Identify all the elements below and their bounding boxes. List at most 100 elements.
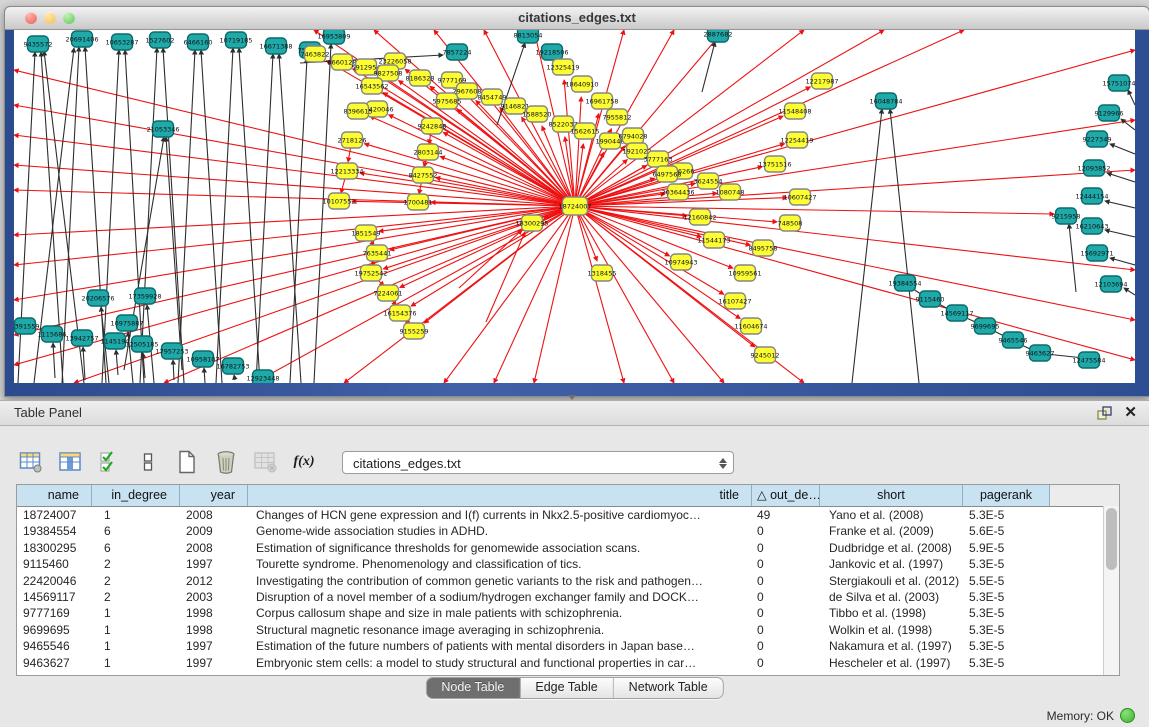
graph-node[interactable]: 13942757 (65, 330, 98, 346)
graph-node[interactable]: 12160842 (683, 209, 716, 225)
graph-node[interactable]: 20691406 (65, 31, 98, 47)
tab-network-table[interactable]: Network Table (614, 678, 723, 698)
table-row[interactable]: 911546021997Tourette syndrome. Phenomeno… (17, 556, 1119, 572)
column-visibility-icon[interactable] (57, 449, 83, 475)
graph-node[interactable]: 3624554 (694, 173, 723, 189)
column-header-in_degree[interactable]: in_degree (92, 485, 180, 506)
column-header-out_de[interactable]: △ out_de… (752, 485, 820, 506)
float-panel-icon[interactable] (1097, 406, 1112, 420)
graph-node[interactable]: 21053346 (146, 121, 179, 137)
graph-node[interactable]: 10607427 (783, 189, 816, 205)
graph-node[interactable]: 3777163 (644, 151, 673, 167)
table-row[interactable]: 946362711997Embryonic stem cells: a mode… (17, 655, 1119, 671)
import-table-icon[interactable] (135, 449, 161, 475)
graph-node[interactable]: 17957253 (155, 343, 188, 359)
graph-node[interactable]: 10653287 (105, 34, 138, 50)
graph-node[interactable]: 10975887 (110, 315, 143, 331)
graph-node[interactable]: 10107552 (322, 193, 355, 209)
graph-node[interactable]: 19384554 (888, 275, 921, 291)
graph-node[interactable]: 8427552 (409, 167, 438, 183)
graph-node[interactable]: 12325419 (546, 59, 579, 75)
graph-node[interactable]: 13751516 (758, 156, 791, 172)
graph-node[interactable]: 9155259 (400, 323, 429, 339)
table-row[interactable]: 1872400712008Changes of HCN gene express… (17, 507, 1119, 523)
graph-hub-node[interactable]: 18724007 (558, 197, 591, 215)
graph-node[interactable]: 16048784 (869, 93, 902, 109)
close-window-icon[interactable] (25, 12, 37, 24)
graph-node[interactable]: 15692971 (1080, 245, 1113, 261)
graph-node[interactable]: 10974943 (664, 254, 697, 270)
graph-node[interactable]: 12217987 (805, 73, 838, 89)
graph-node[interactable]: 2887682 (704, 30, 733, 42)
table-settings-icon[interactable] (18, 449, 44, 475)
graph-node[interactable]: 1115686 (38, 326, 67, 342)
graph-node[interactable]: 7224061 (374, 285, 403, 301)
graph-node[interactable]: 9391559 (14, 318, 39, 334)
graph-node[interactable]: 9242848 (418, 118, 447, 134)
table-row[interactable]: 946554611997Estimation of the future num… (17, 638, 1119, 654)
graph-node[interactable]: 15751074 (1102, 75, 1135, 91)
graph-node[interactable]: 6794028 (619, 128, 648, 144)
function-builder-icon[interactable]: f(x) (291, 449, 317, 475)
graph-node[interactable]: 7463822 (301, 46, 330, 62)
graph-node[interactable]: 11604674 (734, 318, 767, 334)
graph-node[interactable]: 1851549 (352, 225, 381, 241)
graph-node[interactable]: 12103694 (1094, 276, 1127, 292)
graph-node[interactable]: 16671388 (259, 38, 292, 54)
table-row[interactable]: 2242004622012Investigating the contribut… (17, 573, 1119, 589)
graph-node[interactable]: 7857224 (443, 44, 472, 60)
graph-node[interactable]: 10719185 (219, 32, 252, 48)
column-header-year[interactable]: year (180, 485, 248, 506)
graph-node[interactable]: 20206576 (81, 290, 114, 306)
graph-node[interactable]: 1588520 (523, 106, 552, 122)
graph-node[interactable]: 9435572 (24, 36, 53, 52)
table-row[interactable]: 977716911998Corpus callosum shape and si… (17, 605, 1119, 621)
graph-node[interactable]: 9115460 (916, 291, 945, 307)
network-canvas[interactable]: 9435572 20691406 10653287 1527602 6466160 107… (14, 30, 1135, 383)
column-header-short[interactable]: short (820, 485, 963, 506)
graph-node[interactable]: 5975685 (433, 93, 462, 109)
new-table-icon[interactable] (174, 449, 200, 475)
graph-node[interactable]: 1318455 (588, 265, 617, 281)
graph-node[interactable]: 1080748 (716, 184, 745, 200)
column-header-title[interactable]: title (248, 485, 752, 506)
graph-node[interactable]: 8495758 (749, 240, 778, 256)
column-header-name[interactable]: name (17, 485, 92, 506)
graph-node[interactable]: 10958107 (186, 351, 219, 367)
graph-node[interactable]: 12444154 (1075, 188, 1108, 204)
graph-node[interactable]: 9463627 (1026, 345, 1055, 361)
graph-node[interactable]: 9227349 (1083, 131, 1112, 147)
graph-node[interactable]: 1700481 (404, 194, 433, 210)
graph-node[interactable]: 7955812 (603, 109, 632, 125)
graph-node[interactable]: 11548408 (778, 103, 811, 119)
graph-node[interactable]: 2803144 (414, 144, 443, 160)
graph-node[interactable]: 6497568 (653, 166, 682, 182)
zoom-window-icon[interactable] (63, 12, 75, 24)
graph-node[interactable]: 8186328 (406, 70, 435, 86)
graph-node[interactable]: 9465546 (999, 332, 1028, 348)
graph-node[interactable]: 16210643 (1075, 218, 1108, 234)
table-row[interactable]: 969969511998Structural magnetic resonanc… (17, 622, 1119, 638)
tab-edge-table[interactable]: Edge Table (520, 678, 613, 698)
graph-node[interactable]: 12213334 (330, 163, 363, 179)
table-row[interactable]: 1938455462009Genome-wide association stu… (17, 523, 1119, 539)
graph-node[interactable]: 12475584 (1072, 352, 1105, 368)
graph-node[interactable]: 17359928 (128, 288, 161, 304)
network-window-titlebar[interactable]: citations_edges.txt (5, 7, 1149, 30)
graph-node[interactable]: 16953809 (317, 30, 350, 44)
close-panel-icon[interactable]: ✕ (1124, 401, 1137, 425)
graph-node[interactable]: 8396615 (344, 103, 373, 119)
graph-node[interactable]: 18640910 (565, 76, 598, 92)
graph-node[interactable]: 12505185 (125, 336, 158, 352)
table-selector-dropdown[interactable]: citations_edges.txt (342, 451, 734, 474)
graph-node[interactable]: 9129966 (1095, 105, 1124, 121)
graph-node[interactable]: 16154376 (383, 305, 416, 321)
graph-node[interactable]: 6466160 (184, 34, 213, 50)
column-header-pagerank[interactable]: pagerank (963, 485, 1050, 506)
graph-node[interactable]: 7635441 (363, 245, 392, 261)
minimize-window-icon[interactable] (44, 12, 56, 24)
delete-table-icon[interactable] (213, 449, 239, 475)
graph-node[interactable]: 748508 (778, 215, 803, 231)
graph-node[interactable]: 1527602 (146, 32, 175, 48)
graph-node[interactable]: 10959561 (728, 265, 761, 281)
